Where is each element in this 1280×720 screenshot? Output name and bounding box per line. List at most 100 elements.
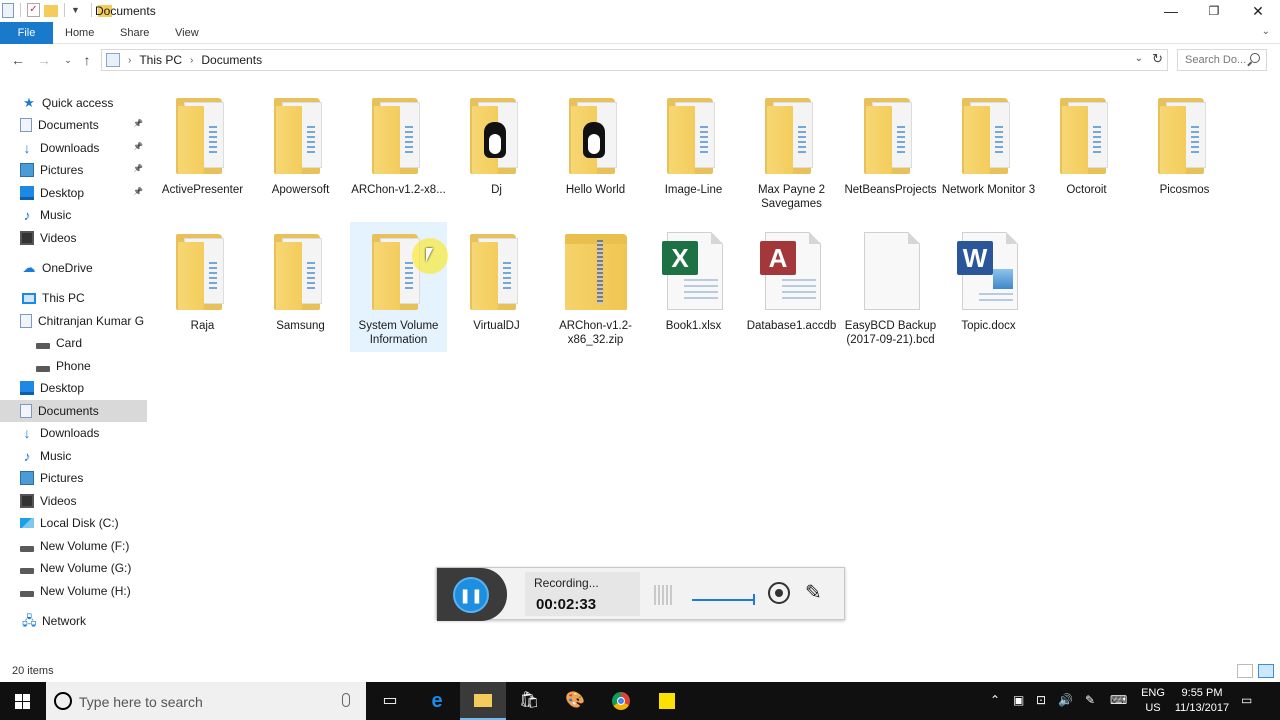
pin-icon[interactable]: 📌	[133, 187, 143, 196]
file-item[interactable]: Raja	[154, 222, 251, 352]
task-view-button[interactable]: ▭	[367, 682, 413, 720]
network-tray-icon[interactable]: ⊡	[1036, 693, 1046, 707]
tab-share[interactable]: Share	[108, 22, 161, 44]
taskbar-search-box[interactable]: Type here to search	[46, 682, 366, 720]
properties-icon[interactable]	[2, 2, 14, 18]
address-bar[interactable]: › This PC › Documents ⌄ ↻	[101, 49, 1168, 71]
show-hidden-icons-icon[interactable]: ⌃	[990, 693, 1000, 707]
sticky-notes-taskbar-button[interactable]	[644, 682, 690, 720]
chrome-taskbar-button[interactable]	[598, 682, 644, 720]
paint-taskbar-button[interactable]: 🎨	[552, 682, 598, 720]
new-folder-icon[interactable]	[44, 5, 58, 17]
file-item[interactable]: Dj	[448, 86, 545, 216]
minimize-button[interactable]: —	[1149, 0, 1193, 22]
pen-icon[interactable]: ✎	[805, 580, 822, 605]
volume-slider-handle[interactable]	[753, 594, 755, 605]
sidebar-item-onedrive[interactable]: ☁ OneDrive	[0, 257, 147, 279]
start-button[interactable]	[0, 682, 46, 720]
file-item[interactable]: W Topic.docx	[940, 222, 1037, 352]
file-item-label: Octoroit	[1066, 184, 1107, 196]
file-item[interactable]: EasyBCD Backup (2017-09-21).bcd	[842, 222, 939, 352]
details-view-icon[interactable]	[1237, 664, 1253, 678]
file-item[interactable]: Hello World	[547, 86, 644, 216]
sidebar-item-videos[interactable]: Videos	[0, 227, 147, 249]
expand-ribbon-chevron-icon[interactable]: ⌄	[1262, 26, 1270, 37]
file-explorer-taskbar-button[interactable]	[460, 682, 506, 720]
refresh-icon[interactable]: ↻	[1152, 51, 1163, 67]
pin-icon[interactable]: 📌	[133, 164, 143, 173]
sidebar-item-network[interactable]: 🖧 Network	[0, 610, 147, 632]
breadcrumb-separator-icon[interactable]: ›	[190, 55, 193, 66]
volume-icon[interactable]: 🔊	[1058, 693, 1073, 707]
file-item[interactable]: Image-Line	[645, 86, 742, 216]
sidebar-item-new-volume-g[interactable]: New Volume (G:)	[0, 557, 147, 579]
sidebar-item-desktop[interactable]: Desktop 📌	[0, 182, 147, 204]
sidebar-item-videos[interactable]: Videos	[0, 490, 147, 512]
customize-dropdown-icon[interactable]: ▼	[71, 2, 85, 18]
file-item[interactable]: ARChon-v1.2-x8...	[350, 86, 447, 216]
up-arrow-icon[interactable]: ↑	[77, 50, 97, 70]
breadcrumb-separator-icon[interactable]: ›	[128, 55, 131, 66]
tab-file[interactable]: File	[0, 22, 53, 44]
edge-taskbar-button[interactable]: e	[414, 682, 460, 720]
pin-icon[interactable]: 📌	[133, 142, 143, 151]
pause-button[interactable]: ❚❚	[453, 577, 489, 613]
close-button[interactable]: ✕	[1236, 0, 1280, 22]
sidebar-item-quick-access[interactable]: ★ Quick access	[0, 92, 147, 114]
sidebar-item-local-disk-c[interactable]: Local Disk (C:)	[0, 512, 147, 534]
recorder-tray-icon[interactable]: ▣	[1013, 693, 1024, 707]
tab-view[interactable]: View	[163, 22, 211, 44]
file-item[interactable]: Picosmos	[1136, 86, 1233, 216]
checkmark-icon[interactable]: ✓	[27, 3, 40, 17]
sidebar-item-downloads[interactable]: ↓ Downloads 📌	[0, 137, 147, 159]
pin-icon[interactable]: 📌	[133, 119, 143, 128]
file-item[interactable]: Samsung	[252, 222, 349, 352]
back-arrow-icon[interactable]: ←	[8, 50, 28, 70]
file-item[interactable]: VirtualDJ	[448, 222, 545, 352]
sidebar-item-music[interactable]: ♪ Music	[0, 204, 147, 226]
volume-slider[interactable]	[692, 599, 754, 601]
sidebar-item-pictures[interactable]: Pictures 📌	[0, 159, 147, 181]
breadcrumb-this-pc[interactable]: This PC	[139, 53, 182, 67]
file-item[interactable]: NetBeansProjects	[842, 86, 939, 216]
action-center-icon[interactable]: ▭	[1241, 693, 1252, 707]
file-item-label: Hello World	[565, 184, 626, 196]
keyboard-icon[interactable]: ⌨	[1110, 693, 1127, 707]
store-taskbar-button[interactable]: 🛍	[506, 682, 552, 720]
sidebar-item-music[interactable]: ♪ Music	[0, 445, 147, 467]
sidebar-item-documents[interactable]: Documents 📌	[0, 114, 147, 136]
file-item[interactable]: A Database1.accdb	[743, 222, 840, 352]
large-icons-view-icon[interactable]	[1258, 664, 1274, 678]
file-item[interactable]: ActivePresenter	[154, 86, 251, 216]
file-item[interactable]: ARChon-v1.2-x86_32.zip	[547, 222, 644, 352]
file-item[interactable]: Max Payne 2 Savegames	[743, 86, 840, 216]
sidebar-item-new-volume-h[interactable]: New Volume (H:)	[0, 580, 147, 602]
file-item[interactable]: X Book1.xlsx	[645, 222, 742, 352]
file-item[interactable]: Network Monitor 3	[940, 86, 1037, 216]
sidebar-item-downloads[interactable]: ↓ Downloads	[0, 422, 147, 444]
sidebar-item-pictures[interactable]: Pictures	[0, 467, 147, 489]
sidebar-item-desktop[interactable]: Desktop	[0, 377, 147, 399]
sidebar-item-documents[interactable]: Documents	[0, 400, 147, 422]
address-dropdown-icon[interactable]: ⌄	[1135, 53, 1143, 64]
search-input[interactable]: Search Do...	[1177, 49, 1267, 71]
webcam-icon[interactable]	[768, 582, 790, 604]
sidebar-item-new-volume-f[interactable]: New Volume (F:)	[0, 535, 147, 557]
tab-home[interactable]: Home	[53, 22, 106, 44]
pen-workspace-icon[interactable]: ✎	[1085, 693, 1095, 707]
forward-arrow-icon[interactable]: →	[34, 50, 54, 70]
sidebar-item-this-pc[interactable]: This PC	[0, 287, 147, 309]
drag-handle-icon[interactable]	[654, 585, 672, 605]
input-language-indicator[interactable]: ENG US	[1140, 686, 1166, 716]
breadcrumb-documents[interactable]: Documents	[201, 53, 262, 67]
file-item[interactable]: Apowersoft	[252, 86, 349, 216]
taskbar-clock[interactable]: 9:55 PM 11/13/2017	[1172, 686, 1232, 716]
sidebar-item-chitranjan-kumar-g[interactable]: Chitranjan Kumar G	[0, 310, 147, 332]
sidebar-item-phone[interactable]: Phone	[0, 355, 147, 377]
file-item[interactable]: Octoroit	[1038, 86, 1135, 216]
recent-locations-chevron-icon[interactable]: ⌄	[58, 50, 78, 70]
microphone-icon[interactable]	[342, 693, 350, 707]
restore-button[interactable]: ❐	[1192, 0, 1236, 22]
sidebar-item-card[interactable]: Card	[0, 332, 147, 354]
videos-icon	[20, 231, 34, 245]
